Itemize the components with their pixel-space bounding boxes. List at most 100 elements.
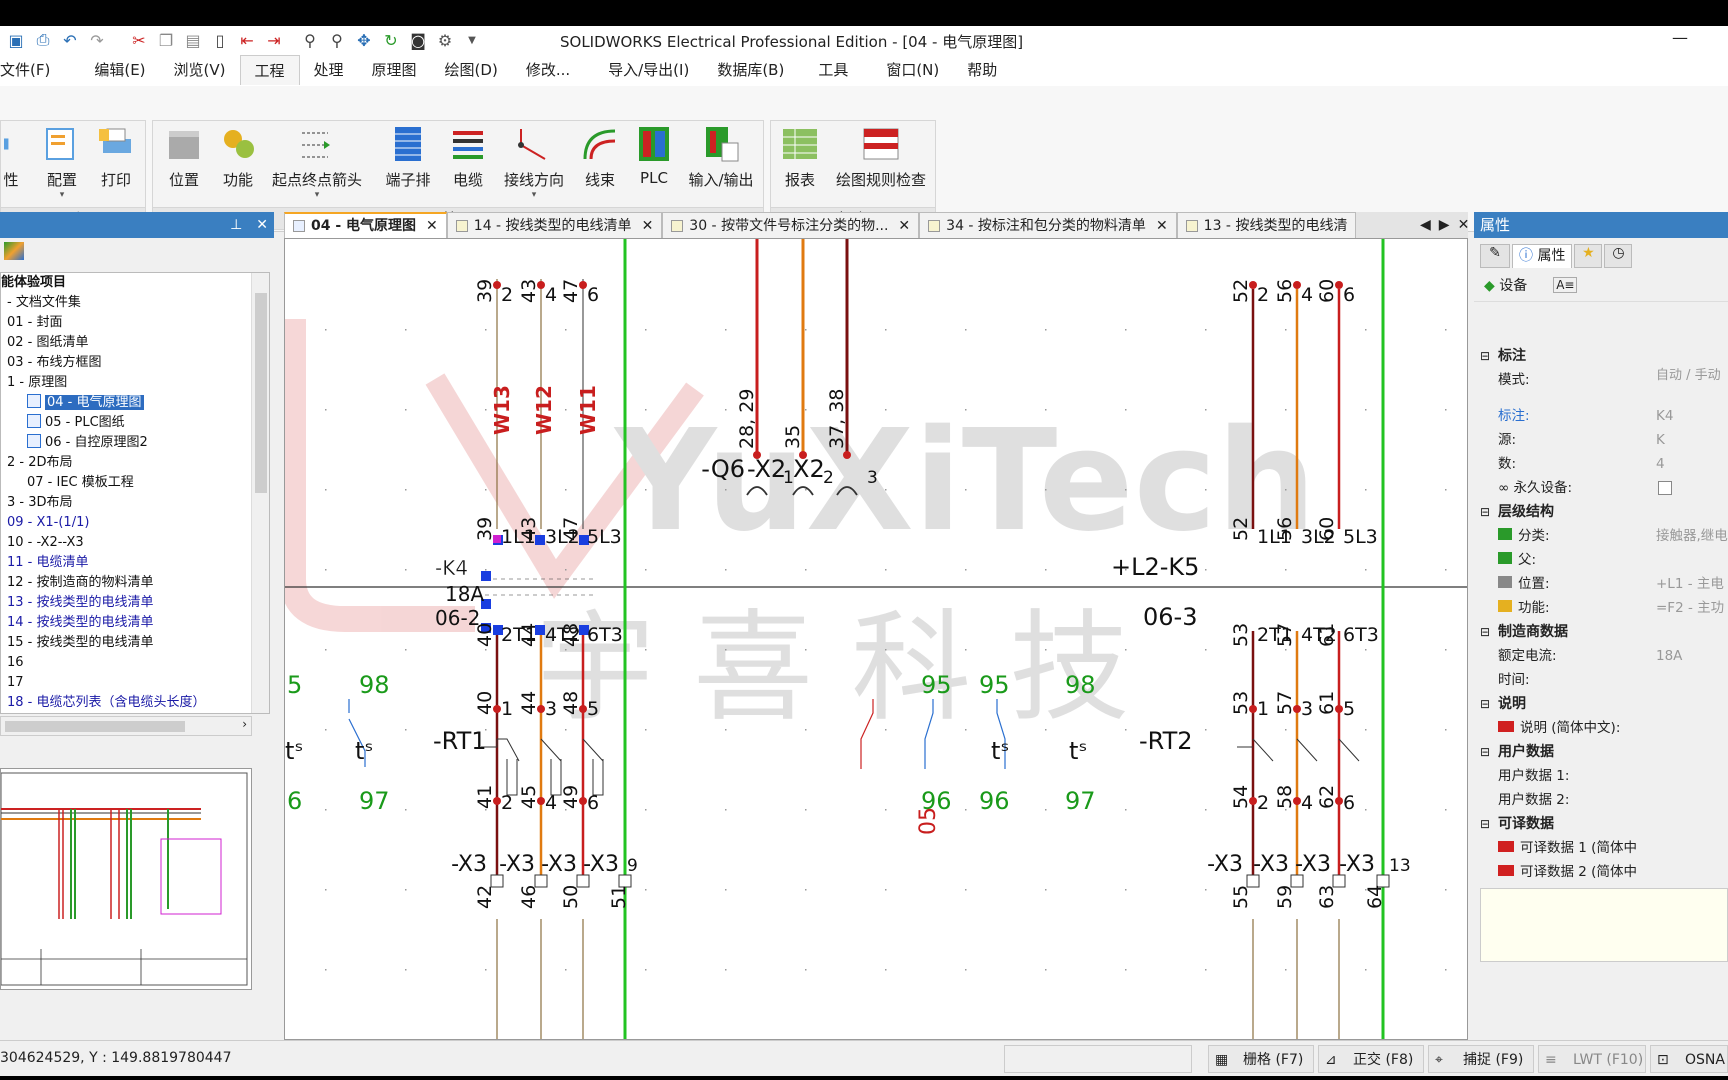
property-value[interactable]: =F2 - 主功: [1656, 596, 1724, 620]
osnap-toggle[interactable]: ⊡ OSNA: [1650, 1045, 1728, 1073]
property-row[interactable]: 用户数据 1:: [1474, 764, 1728, 788]
menu-project[interactable]: 工程: [239, 55, 300, 85]
property-section-header[interactable]: 用户数据: [1474, 740, 1728, 764]
ribbon-origin-dest-button[interactable]: 起点终点箭头 ▾: [265, 125, 369, 200]
ribbon-plc-button[interactable]: PLC: [631, 125, 677, 187]
property-row[interactable]: 父:: [1474, 548, 1728, 572]
tree-item[interactable]: 05 - PLC图纸: [1, 413, 269, 433]
menu-database[interactable]: 数据库(B): [703, 55, 798, 85]
tree-item[interactable]: 11 - 电缆清单: [1, 553, 269, 573]
ribbon-terminal-strip-button[interactable]: 端子排: [381, 125, 435, 190]
cut-icon[interactable]: ✂: [128, 29, 150, 51]
property-row[interactable]: 功能: =F2 - 主功: [1474, 596, 1728, 620]
menu-edit[interactable]: 编辑(E): [80, 55, 159, 85]
property-value[interactable]: 4: [1656, 452, 1665, 476]
tab-properties[interactable]: ⓘ 属性: [1512, 244, 1573, 268]
property-value[interactable]: K: [1656, 428, 1665, 452]
property-value[interactable]: 接触器,继电: [1656, 524, 1728, 548]
binoculars-icon[interactable]: ◙: [407, 29, 429, 51]
property-row[interactable]: 标注: K4: [1474, 404, 1728, 428]
permanent-device-checkbox[interactable]: [1658, 481, 1672, 495]
tree-item[interactable]: 17: [1, 673, 269, 693]
settings-icon[interactable]: ⚙: [434, 29, 456, 51]
menu-draw[interactable]: 绘图(D): [431, 55, 512, 85]
property-row[interactable]: 分类: 接触器,继电: [1474, 524, 1728, 548]
tree-item[interactable]: 06 - 自控原理图2: [1, 433, 269, 453]
tree-item[interactable]: 02 - 图纸清单: [1, 333, 269, 353]
drawing-preview[interactable]: [0, 768, 252, 990]
menu-schematic[interactable]: 原理图: [358, 55, 431, 85]
dropdown-icon[interactable]: ▼: [461, 29, 483, 51]
minimize-button[interactable]: —: [1672, 28, 1688, 47]
tree-hscroll[interactable]: ›: [0, 716, 252, 736]
schematic-canvas[interactable]: YuXiTech 宇 喜 科 技 39 43 47 39 43 47 40 44…: [284, 238, 1468, 1040]
property-value[interactable]: K4: [1656, 404, 1673, 428]
lwt-toggle[interactable]: ≡ LWT (F10): [1538, 1045, 1646, 1073]
ribbon-io-button[interactable]: 输入/输出: [683, 125, 759, 190]
ribbon-wire-direction-button[interactable]: 接线方向 ▾: [499, 125, 569, 200]
tree-item[interactable]: 15 - 按线类型的电线清单: [1, 633, 269, 653]
pin-icon[interactable]: ⊥: [230, 217, 242, 233]
ribbon-cable-button[interactable]: 电缆: [445, 125, 491, 190]
zoom-window-icon[interactable]: ⚲: [326, 29, 348, 51]
print-icon[interactable]: ⎙: [32, 29, 54, 51]
schematic-drawing[interactable]: YuXiTech 宇 喜 科 技 39 43 4739 43 4740 44 4…: [285, 239, 1468, 1040]
save-icon[interactable]: ▣: [5, 29, 27, 51]
ribbon-properties-button[interactable]: 性: [1, 125, 21, 190]
property-section-header[interactable]: 层级结构: [1474, 500, 1728, 524]
tab-device[interactable]: ◆ 设备: [1484, 275, 1527, 295]
doc-tab[interactable]: 04 - 电气原理图 ✕: [284, 212, 447, 238]
close-icon[interactable]: ✕: [642, 214, 654, 238]
tab-close-all-icon[interactable]: ✕: [1458, 217, 1470, 233]
tree-item[interactable]: 2 - 2D布局: [1, 453, 269, 473]
doc-tab[interactable]: 13 - 按线类型的电线清: [1176, 212, 1357, 238]
tree-item[interactable]: 01 - 封面: [1, 313, 269, 333]
sort-alpha-icon[interactable]: A≡: [1553, 276, 1578, 293]
tree-vscroll[interactable]: [251, 273, 269, 713]
tree-item[interactable]: 10 - -X2--X3: [1, 533, 269, 553]
ribbon-print-button[interactable]: 打印: [93, 125, 139, 190]
tree-item[interactable]: 14 - 按线类型的电线清单: [1, 613, 269, 633]
tab-next-icon[interactable]: ▶: [1439, 217, 1450, 233]
ribbon-function-button[interactable]: 功能: [215, 125, 261, 190]
clipboard-icon[interactable]: ▯: [209, 29, 231, 51]
menu-file[interactable]: 文件(F): [0, 55, 64, 85]
menu-import-export[interactable]: 导入/导出(I): [594, 55, 703, 85]
tree-item[interactable]: 09 - X1-(1/1): [1, 513, 269, 533]
tree-item[interactable]: 16: [1, 653, 269, 673]
tab-prev-icon[interactable]: ◀: [1420, 217, 1431, 233]
property-value[interactable]: +L1 - 主电: [1656, 572, 1724, 596]
zoom-icon[interactable]: ⚲: [299, 29, 321, 51]
property-section-header[interactable]: 标注: [1474, 344, 1728, 368]
property-row[interactable]: 说明 (简体中文):: [1474, 716, 1728, 740]
doc-tab[interactable]: 30 - 按带文件号标注分类的物... ✕: [662, 212, 920, 238]
property-value[interactable]: 自动 / 手动: [1656, 368, 1721, 384]
property-row[interactable]: 用户数据 2:: [1474, 788, 1728, 812]
doc-tab[interactable]: 34 - 按标注和包分类的物料清单 ✕: [919, 212, 1177, 238]
tree-item[interactable]: 12 - 按制造商的物料清单: [1, 573, 269, 593]
ortho-toggle[interactable]: ⊿ 正交 (F8): [1318, 1045, 1424, 1073]
ribbon-harness-button[interactable]: 线束: [577, 125, 623, 190]
property-section-header[interactable]: 说明: [1474, 692, 1728, 716]
paste-icon[interactable]: ▤: [182, 29, 204, 51]
regen-icon[interactable]: ↻: [380, 29, 402, 51]
tree-item[interactable]: 1 - 原理图: [1, 373, 269, 393]
tab-favorite-icon[interactable]: ★: [1574, 244, 1603, 268]
tree-item[interactable]: 03 - 布线方框图: [1, 353, 269, 373]
undo-icon[interactable]: ↶: [59, 29, 81, 51]
pan-icon[interactable]: ✥: [353, 29, 375, 51]
page-prev-icon[interactable]: ⇤: [236, 29, 258, 51]
property-row[interactable]: 时间:: [1474, 668, 1728, 692]
close-icon[interactable]: ✕: [426, 214, 438, 238]
close-icon[interactable]: ✕: [256, 217, 268, 233]
project-icon[interactable]: [4, 242, 24, 260]
ribbon-config-button[interactable]: 配置 ▾: [39, 125, 85, 200]
ribbon-reports-button[interactable]: 报表: [777, 125, 823, 190]
close-icon[interactable]: ✕: [1156, 214, 1168, 238]
property-section-header[interactable]: 制造商数据: [1474, 620, 1728, 644]
tab-edit-icon[interactable]: ✎: [1480, 244, 1510, 268]
property-row[interactable]: 数: 4: [1474, 452, 1728, 476]
property-row[interactable]: 可译数据 2 (简体中: [1474, 860, 1728, 884]
property-row[interactable]: 模式: 自动 / 手动: [1474, 368, 1728, 404]
menu-process[interactable]: 处理: [300, 55, 358, 85]
